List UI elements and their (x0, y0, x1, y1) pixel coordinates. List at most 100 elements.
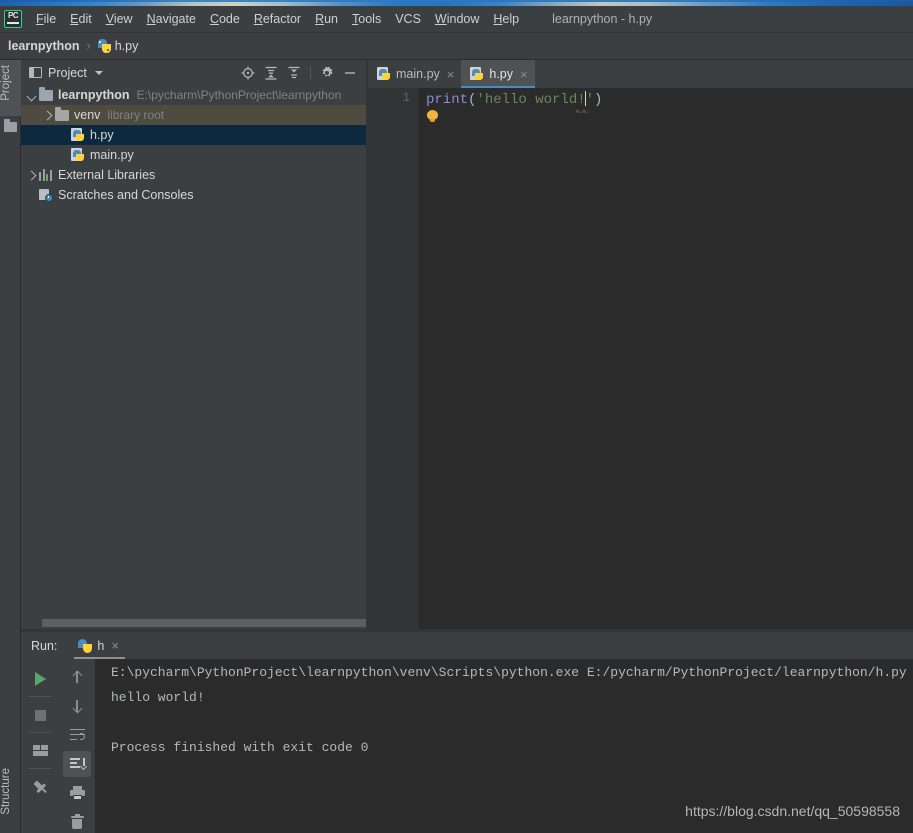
tree-spacer (25, 189, 38, 202)
console-line: Process finished with exit code 0 (111, 740, 368, 755)
menu-item-run[interactable]: Run (308, 10, 345, 28)
menu-item-help[interactable]: Help (486, 10, 526, 28)
sidebar-item-favorites[interactable] (0, 116, 21, 138)
editor-area: main.py× h.py × 1 print('hello world!') ∿∿ (368, 60, 913, 632)
tree-item-label: venv (74, 108, 100, 122)
sidebar-item-project-label: Project (0, 65, 21, 101)
menu-item-tools[interactable]: Tools (345, 10, 388, 28)
scratches-icon (39, 189, 53, 202)
inspection-squiggle: ∿∿ (575, 108, 589, 113)
editor-tab-h-py[interactable]: h.py × (461, 60, 534, 88)
python-file-icon (470, 67, 484, 81)
rerun-button[interactable] (26, 666, 54, 692)
project-tree[interactable]: learnpythonE:\pycharm\PythonProject\lear… (21, 85, 366, 618)
menu-item-view[interactable]: View (99, 10, 140, 28)
layout-icon (33, 745, 48, 757)
toolbar-separator (29, 768, 51, 769)
run-icon (35, 672, 46, 686)
tree-spacer (57, 149, 70, 162)
code-close-paren: ) (594, 92, 602, 108)
menu-item-file[interactable]: File (29, 10, 63, 28)
soft-wrap-icon (70, 729, 85, 742)
code-area[interactable]: print('hello world!') ∿∿ (417, 88, 913, 632)
breadcrumb: learnpython › h.py (0, 33, 913, 60)
scroll-to-end-icon (70, 757, 85, 771)
pin-button[interactable] (26, 774, 54, 800)
layout-button[interactable] (26, 738, 54, 764)
run-tool-window: Run: h × E:\pycharm\PythonProject\lear (21, 632, 913, 833)
close-icon[interactable]: × (520, 68, 528, 81)
line-number: 1 (402, 91, 410, 105)
toolbar-separator (29, 732, 51, 733)
up-button[interactable] (63, 664, 91, 690)
tree-item-label: h.py (90, 128, 114, 142)
print-button[interactable] (63, 780, 91, 806)
pycharm-logo-bar (7, 22, 19, 24)
print-icon (70, 786, 85, 800)
python-file-icon (71, 148, 85, 162)
folder-icon (4, 122, 17, 132)
editor-tab-main-py[interactable]: main.py× (368, 60, 461, 88)
hide-panel-icon[interactable] (343, 66, 357, 80)
project-panel-title: Project (48, 66, 87, 80)
close-icon[interactable]: × (111, 639, 119, 652)
close-icon[interactable]: × (447, 68, 455, 81)
breadcrumb-project[interactable]: learnpython (8, 39, 80, 53)
stop-icon (35, 710, 46, 721)
run-panel-header: Run: h × (21, 632, 913, 659)
python-file-icon (71, 128, 85, 142)
python-icon (78, 639, 92, 653)
breadcrumb-file[interactable]: h.py (115, 39, 139, 53)
menu-item-edit[interactable]: Edit (63, 10, 99, 28)
lightbulb-icon[interactable] (427, 110, 438, 123)
scroll-to-end-button[interactable] (63, 751, 91, 777)
chevron-down-icon[interactable] (25, 89, 38, 102)
tree-item-external-libraries[interactable]: External Libraries (21, 165, 366, 185)
menu-item-navigate[interactable]: Navigate (140, 10, 203, 28)
tree-item-scratches-and-consoles[interactable]: Scratches and Consoles (21, 185, 366, 205)
python-file-icon (98, 39, 111, 53)
collapse-all-icon[interactable] (287, 66, 301, 80)
left-tool-strip: Project Structure (0, 60, 21, 833)
pin-icon (29, 776, 50, 797)
run-configuration-tab[interactable]: h × (74, 632, 125, 659)
expand-all-icon[interactable] (264, 66, 278, 80)
clear-all-button[interactable] (63, 809, 91, 833)
pycharm-window: PC FileEditViewNavigateCodeRefactorRunTo… (0, 0, 913, 833)
project-horizontal-scrollbar[interactable] (23, 619, 363, 627)
menu-item-code[interactable]: Code (203, 10, 247, 28)
up-arrow-icon (71, 670, 83, 684)
tree-item-main-py[interactable]: main.py (21, 145, 366, 165)
folder-icon (39, 90, 53, 101)
sidebar-item-structure-label: Structure (0, 768, 21, 815)
sidebar-item-structure[interactable]: Structure (0, 763, 21, 833)
wallpaper-sky (0, 0, 913, 2)
lightbulb-base (430, 119, 435, 122)
editor-tab-label: h.py (489, 67, 513, 81)
down-button[interactable] (63, 693, 91, 719)
scrollbar-thumb[interactable] (42, 619, 382, 627)
locate-icon[interactable] (241, 66, 255, 80)
sidebar-item-project[interactable]: Project (0, 60, 21, 116)
menu-item-window[interactable]: Window (428, 10, 486, 28)
code-line-1: print('hello world!') (426, 91, 602, 108)
editor-gutter[interactable]: 1 (368, 88, 417, 632)
tree-item-venv[interactable]: venvlibrary root (21, 105, 366, 125)
project-tool-window: Project learnpyt (21, 60, 366, 632)
code-function-name: print (426, 92, 468, 108)
pycharm-logo-text: PC (5, 12, 21, 20)
gear-icon[interactable] (320, 66, 334, 80)
toolbar-divider (310, 66, 311, 79)
menu-item-refactor[interactable]: Refactor (247, 10, 308, 28)
chevron-right-icon[interactable] (41, 109, 54, 122)
soft-wrap-button[interactable] (63, 722, 91, 748)
tree-item-learnpython[interactable]: learnpythonE:\pycharm\PythonProject\lear… (21, 85, 366, 105)
tree-item-h-py[interactable]: h.py (21, 125, 366, 145)
chevron-right-icon[interactable] (25, 169, 38, 182)
chevron-down-icon[interactable] (95, 71, 103, 75)
tree-item-label: main.py (90, 148, 134, 162)
run-toolbar-primary (21, 659, 59, 833)
stop-button[interactable] (26, 702, 54, 728)
menu-item-vcs[interactable]: VCS (388, 10, 428, 28)
window-title: learnpython - h.py (552, 12, 652, 26)
